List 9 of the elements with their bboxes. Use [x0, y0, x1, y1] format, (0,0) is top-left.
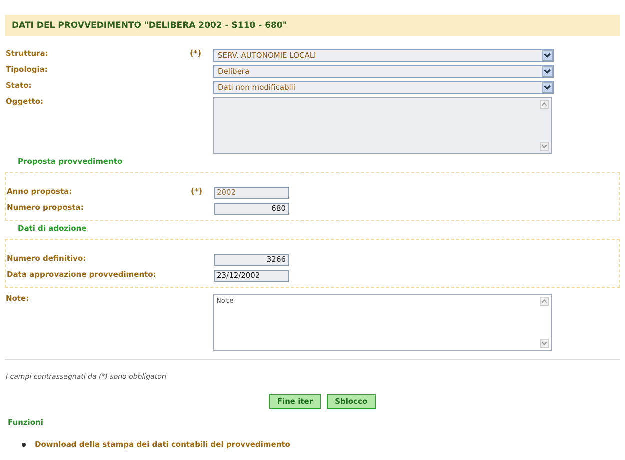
- chevron-down-icon[interactable]: [542, 50, 553, 61]
- scroll-up-icon[interactable]: [540, 297, 549, 306]
- required-mark: (*): [190, 49, 202, 58]
- bullet-icon: [22, 442, 26, 446]
- chevron-down-icon[interactable]: [542, 82, 553, 93]
- required-mark: (*): [191, 187, 202, 196]
- chevron-down-icon[interactable]: [542, 66, 553, 77]
- page-title: DATI DEL PROVVEDIMENTO "DELIBERA 2002 - S110 - 680": [12, 20, 288, 30]
- scroll-down-icon[interactable]: [540, 339, 549, 348]
